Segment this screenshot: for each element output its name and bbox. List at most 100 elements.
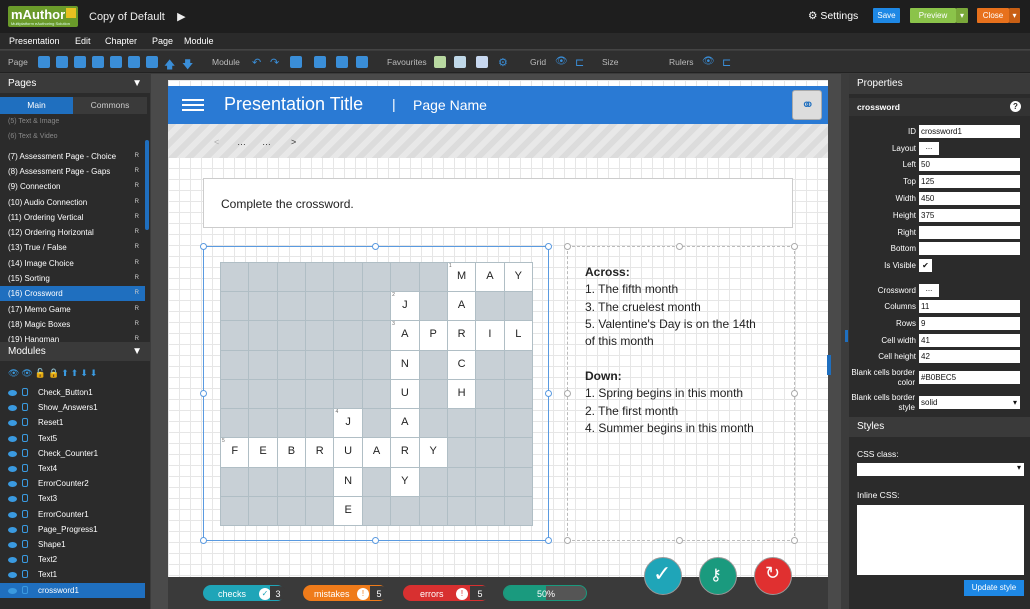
inline-css-textarea[interactable] (857, 505, 1024, 575)
eye-icon[interactable] (8, 405, 17, 412)
undo-icon[interactable]: ↶ (252, 56, 264, 69)
crossword-cell[interactable]: H (446, 378, 477, 410)
crossword-cell[interactable]: A (390, 408, 420, 439)
lock-icon[interactable] (22, 524, 28, 533)
crossword-cell[interactable]: Y (503, 262, 533, 293)
save-button[interactable]: Save (873, 8, 900, 23)
property-input[interactable]: 41 (919, 334, 1020, 347)
property-input[interactable] (919, 242, 1020, 255)
nav-ellipsis[interactable]: … (262, 137, 271, 147)
show-answers-button[interactable]: ⚷ (699, 557, 737, 595)
property-input[interactable] (919, 226, 1020, 239)
property-input[interactable]: 11 (919, 300, 1020, 313)
add-chapter-icon[interactable] (56, 56, 68, 68)
module-list-item[interactable]: ErrorCounter1 (0, 507, 145, 522)
settings-button[interactable]: ⚙ Settings (808, 10, 858, 22)
menu-edit[interactable]: Edit (75, 36, 91, 46)
modules-header[interactable]: Modules ▼ (0, 342, 150, 361)
crossword-cell[interactable]: U (390, 378, 420, 410)
property-input[interactable]: crossword1 (919, 125, 1020, 138)
eye-icon[interactable] (8, 481, 17, 488)
export-page-icon[interactable] (146, 56, 158, 68)
arrow-up-icon[interactable]: 🡅 (164, 56, 176, 71)
page-list-item[interactable]: (11) Ordering Vertical R (0, 210, 145, 225)
crossword-cell[interactable]: 4J (333, 408, 363, 439)
tab-commons[interactable]: Commons (73, 97, 147, 114)
arrow-down-icon[interactable]: 🡇 (182, 56, 194, 71)
crossword-cell[interactable]: C (446, 349, 477, 380)
resize-handle[interactable] (200, 243, 207, 250)
page-list-item[interactable]: (17) Memo Game R (0, 302, 145, 317)
duplicate-page-icon[interactable] (110, 56, 122, 68)
crossword-cell[interactable]: R (305, 437, 335, 468)
resize-handle[interactable] (676, 537, 683, 544)
resize-handle[interactable] (564, 537, 571, 544)
crossword-cell[interactable]: R (446, 320, 477, 351)
nav-prev-icon[interactable]: < (214, 137, 219, 147)
hamburger-icon[interactable] (182, 99, 204, 111)
menu-page[interactable]: Page (152, 36, 173, 46)
ungroup-icon[interactable] (336, 56, 348, 68)
border-style-select[interactable]: solid ▾ (919, 396, 1020, 409)
eye-icon[interactable] (8, 526, 17, 533)
property-input[interactable]: 9 (919, 317, 1020, 330)
menu-chapter[interactable]: Chapter (105, 36, 137, 46)
module-list-item[interactable]: Text2 (0, 552, 145, 567)
page-list-item[interactable]: (9) Connection R (0, 179, 145, 194)
lock-icon[interactable] (22, 388, 28, 396)
eye-icon[interactable] (8, 557, 17, 564)
lock-icon[interactable] (22, 585, 28, 594)
crossword-cell[interactable]: E (248, 437, 278, 468)
page-list-item[interactable]: (15) Sorting R (0, 271, 145, 286)
import-page-icon[interactable] (128, 56, 140, 68)
crossword-cell[interactable]: N (390, 349, 420, 380)
resize-handle[interactable] (545, 390, 552, 397)
crossword-cell[interactable]: N (333, 466, 363, 497)
eye-icon[interactable] (8, 572, 17, 579)
crossword-cell[interactable]: P (418, 320, 448, 351)
crossword-cell[interactable]: 5F (220, 437, 250, 468)
resize-handle[interactable] (676, 243, 683, 250)
rulers-snap-icon[interactable]: ⊏ (722, 56, 734, 69)
resize-handle[interactable] (564, 243, 571, 250)
module-list-item[interactable]: Shape1 (0, 537, 145, 552)
module-list-item[interactable]: ErrorCounter2 (0, 476, 145, 491)
reset-button[interactable]: ↻ (754, 557, 792, 595)
module-list-item[interactable]: Page_Progress1 (0, 522, 145, 537)
page-list-item[interactable]: (5) Text & Image (0, 114, 145, 129)
resize-handle[interactable] (545, 537, 552, 544)
resize-handle[interactable] (564, 390, 571, 397)
add-page-icon[interactable] (38, 56, 50, 68)
module-list-item[interactable]: Text1 (0, 567, 145, 582)
crossword-cell[interactable]: I (475, 320, 505, 351)
property-button[interactable]: ... (919, 142, 939, 155)
css-class-select[interactable]: ▾ (857, 463, 1024, 476)
module-list-item[interactable]: Check_Button1 (0, 385, 145, 400)
align-icon[interactable] (290, 56, 302, 68)
copy-page-icon[interactable] (74, 56, 86, 68)
page-list-item[interactable]: (14) Image Choice R (0, 256, 145, 271)
play-icon[interactable]: ▶ (177, 11, 185, 23)
lock-icon[interactable] (22, 509, 28, 518)
crossword-cell[interactable]: Y (390, 466, 420, 497)
grid-eye-icon[interactable]: 👁 (555, 56, 568, 68)
crossword-cell[interactable]: Y (418, 437, 448, 468)
eye-icon[interactable] (8, 496, 17, 503)
lock-icon[interactable] (22, 433, 28, 442)
preview-dropdown-icon[interactable]: ▾ (956, 8, 968, 23)
text-module-icon[interactable] (476, 56, 488, 68)
crossword-cell[interactable]: 3A (390, 320, 420, 351)
module-list-item[interactable]: crossword1 (0, 582, 145, 598)
lock-icon[interactable] (22, 570, 28, 579)
crossword-cell[interactable]: A (446, 291, 477, 322)
gear-settings-icon[interactable]: ⚙ (498, 56, 510, 69)
crossword-cell[interactable]: B (276, 437, 307, 468)
crossword-cell[interactable]: R (390, 437, 420, 468)
page-list-item[interactable]: (8) Assessment Page - Gaps R (0, 164, 145, 179)
eye-icon[interactable] (8, 450, 17, 457)
lock-icon[interactable] (22, 540, 28, 548)
resize-handle[interactable] (372, 537, 379, 544)
crossword-grid[interactable]: 1MAY2JA3APRILNCUH4JA5FEBRUARYNYE (220, 262, 533, 526)
pages-header[interactable]: Pages ▼ (0, 74, 150, 93)
page-list-item[interactable]: (13) True / False R (0, 240, 145, 255)
